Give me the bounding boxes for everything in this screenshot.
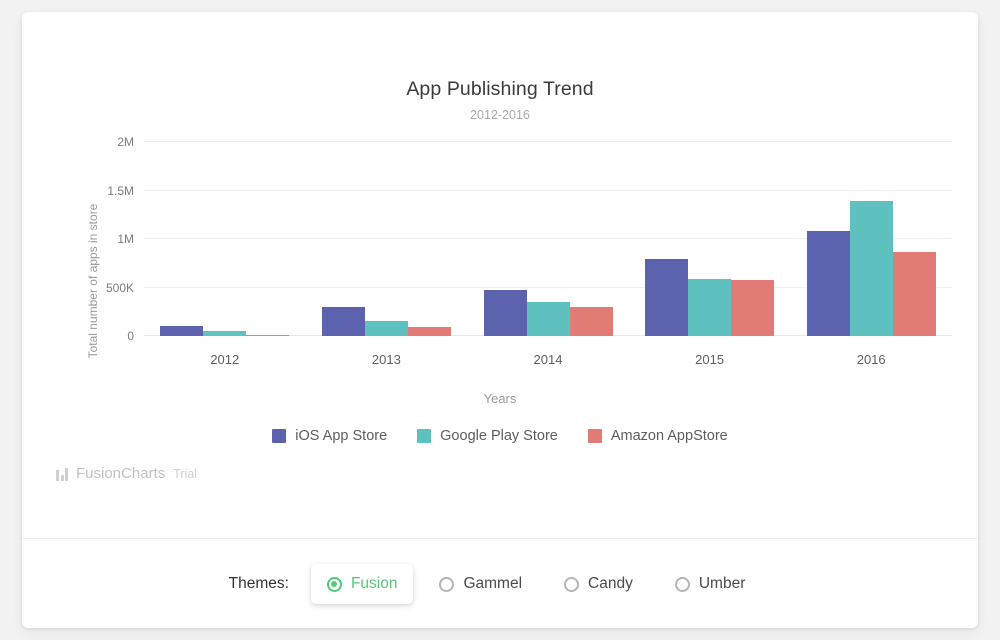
legend-item[interactable]: iOS App Store bbox=[272, 428, 387, 444]
x-axis-label: 2015 bbox=[695, 352, 725, 367]
theme-option-label: Fusion bbox=[350, 575, 398, 592]
y-axis-label: 2M bbox=[117, 135, 134, 149]
legend-label: Amazon AppStore bbox=[610, 428, 728, 444]
legend-swatch-icon bbox=[417, 429, 432, 443]
theme-option-label: Candy bbox=[588, 575, 633, 592]
bar[interactable] bbox=[806, 231, 850, 336]
bar-chart-icon bbox=[56, 466, 68, 481]
y-axis-label: 1.5M bbox=[107, 183, 134, 198]
bar[interactable] bbox=[364, 321, 408, 336]
x-axis-label: 2016 bbox=[856, 352, 886, 367]
bar[interactable] bbox=[731, 279, 775, 336]
legend-item[interactable]: Amazon AppStore bbox=[587, 428, 728, 444]
bar[interactable] bbox=[246, 334, 290, 336]
bar[interactable] bbox=[688, 279, 732, 336]
bar[interactable] bbox=[849, 201, 893, 336]
watermark-brand: FusionCharts bbox=[76, 465, 166, 482]
bar[interactable] bbox=[483, 290, 527, 336]
radio-icon[interactable] bbox=[564, 576, 580, 592]
bar[interactable] bbox=[203, 330, 247, 336]
chart-subtitle: 2012-2016 bbox=[470, 108, 530, 122]
chart-title: App Publishing Trend bbox=[406, 78, 594, 100]
legend-label: Google Play Store bbox=[440, 428, 558, 444]
fusioncharts-watermark: FusionCharts Trial bbox=[56, 466, 197, 481]
theme-option-label: Gammel bbox=[463, 575, 523, 592]
theme-option-fusion[interactable]: Fusion bbox=[310, 564, 414, 604]
y-axis-label: 0 bbox=[127, 329, 134, 343]
bar[interactable] bbox=[645, 259, 689, 336]
gridline bbox=[144, 141, 952, 142]
chart-card: App Publishing Trend 2012-2016 Total num… bbox=[22, 12, 978, 628]
gridline bbox=[144, 189, 952, 191]
legend-label: iOS App Store bbox=[295, 428, 388, 444]
theme-option-gammel[interactable]: Gammel bbox=[423, 564, 538, 604]
x-axis-label: 2013 bbox=[371, 352, 401, 367]
radio-icon[interactable] bbox=[326, 576, 342, 592]
themes-group: Themes: Fusion Gammel Candy Umber bbox=[229, 564, 772, 604]
bar[interactable] bbox=[407, 327, 451, 336]
bar[interactable] bbox=[569, 306, 613, 336]
chart-legend: iOS App Store Google Play Store Amazon App… bbox=[22, 428, 978, 444]
bar[interactable] bbox=[526, 302, 570, 336]
plot-area bbox=[144, 141, 952, 336]
themes-label: Themes: bbox=[228, 575, 289, 592]
bar[interactable] bbox=[892, 251, 936, 336]
legend-item[interactable]: Google Play Store bbox=[417, 428, 558, 444]
y-axis-label: 500K bbox=[105, 280, 134, 295]
legend-swatch-icon bbox=[272, 429, 287, 443]
x-axis-title: Years bbox=[483, 391, 517, 406]
y-axis-label: 1M bbox=[117, 232, 134, 246]
watermark-suffix: Trial bbox=[173, 467, 198, 481]
theme-switcher-bar: Themes: Fusion Gammel Candy Umber bbox=[22, 538, 978, 628]
legend-swatch-icon bbox=[587, 429, 602, 443]
x-axis-label: 2014 bbox=[533, 352, 563, 367]
theme-option-candy[interactable]: Candy bbox=[548, 564, 649, 604]
radio-icon[interactable] bbox=[439, 576, 455, 592]
bar[interactable] bbox=[160, 326, 204, 336]
theme-option-umber[interactable]: Umber bbox=[659, 564, 762, 604]
x-axis-label: 2012 bbox=[210, 352, 240, 367]
radio-icon[interactable] bbox=[674, 576, 690, 592]
theme-option-label: Umber bbox=[698, 575, 746, 592]
chart-container: App Publishing Trend 2012-2016 Total num… bbox=[22, 12, 978, 538]
bar[interactable] bbox=[321, 307, 365, 336]
y-axis-tick-labels: 0 500K 1M 1.5M 2M bbox=[64, 135, 134, 343]
